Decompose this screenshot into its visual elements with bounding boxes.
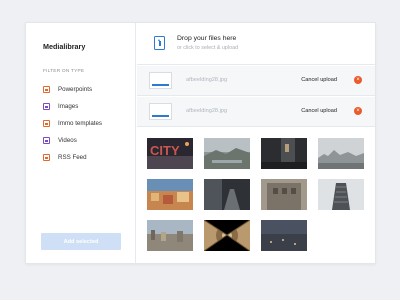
powerpoint-icon — [43, 86, 50, 93]
upload-row: afbeelding28.jpg Cancel upload × — [137, 66, 375, 96]
filter-item-label: Images — [58, 103, 79, 110]
upload-progress-bar — [152, 83, 169, 86]
dropzone-subtitle: or click to select & upload — [177, 45, 239, 51]
template-icon — [43, 120, 50, 127]
gallery-image-building-facade[interactable] — [261, 179, 307, 210]
close-icon[interactable]: × — [354, 107, 362, 115]
gallery-image-foggy-skyline[interactable] — [318, 138, 364, 169]
upload-row: afbeelding28.jpg Cancel upload × — [137, 97, 375, 127]
gallery-image-colorful-town[interactable] — [147, 179, 193, 210]
filter-item-videos[interactable]: Videos — [43, 136, 77, 145]
image-icon — [43, 103, 50, 110]
upload-filename: afbeelding28.jpg — [186, 77, 228, 83]
dropzone[interactable]: Drop your files here or click to select … — [137, 23, 375, 65]
filter-heading: FILTER ON TYPE — [43, 69, 85, 74]
gallery-image-city-sign[interactable]: CITY — [147, 138, 193, 169]
file-thumbnail — [149, 72, 172, 89]
page-title: Medialibrary — [43, 42, 86, 51]
filter-item-label: Immo templates — [58, 120, 103, 127]
rss-icon — [43, 154, 50, 161]
filter-item-powerpoints[interactable]: Powerpoints — [43, 85, 92, 94]
dropzone-title: Drop your files here — [177, 35, 237, 42]
cancel-upload-button[interactable]: Cancel upload — [301, 108, 337, 114]
filter-item-images[interactable]: Images — [43, 102, 78, 111]
gallery-image-harbor[interactable] — [204, 138, 250, 169]
upload-progress-bar — [152, 114, 169, 117]
video-icon — [43, 137, 50, 144]
sidebar: Medialibrary FILTER ON TYPE Powerpoints … — [26, 23, 136, 263]
filter-item-label: RSS Feed — [58, 154, 87, 161]
upload-icon — [154, 36, 165, 50]
upload-filename: afbeelding28.jpg — [186, 108, 228, 114]
close-icon[interactable]: × — [354, 76, 362, 84]
gallery-image-flatiron-building[interactable] — [318, 179, 364, 210]
add-selected-button[interactable]: Add selected — [41, 233, 121, 250]
gallery-image-city-at-dusk[interactable] — [261, 220, 307, 251]
svg-text:CITY: CITY — [150, 143, 180, 158]
gallery-image-ornate-ceiling[interactable] — [204, 220, 250, 251]
cancel-upload-button[interactable]: Cancel upload — [301, 77, 337, 83]
file-thumbnail — [149, 103, 172, 120]
filter-item-rss-feed[interactable]: RSS Feed — [43, 153, 87, 162]
gallery-image-dark-road[interactable] — [204, 179, 250, 210]
gallery-image-coastal-city[interactable] — [147, 220, 193, 251]
filter-item-immo-templates[interactable]: Immo templates — [43, 119, 102, 128]
gallery-image-street-night[interactable] — [261, 138, 307, 169]
filter-item-label: Powerpoints — [58, 86, 93, 93]
filter-item-label: Videos — [58, 137, 77, 144]
media-library-card: Medialibrary FILTER ON TYPE Powerpoints … — [25, 22, 376, 264]
main-panel: Drop your files here or click to select … — [137, 23, 375, 263]
